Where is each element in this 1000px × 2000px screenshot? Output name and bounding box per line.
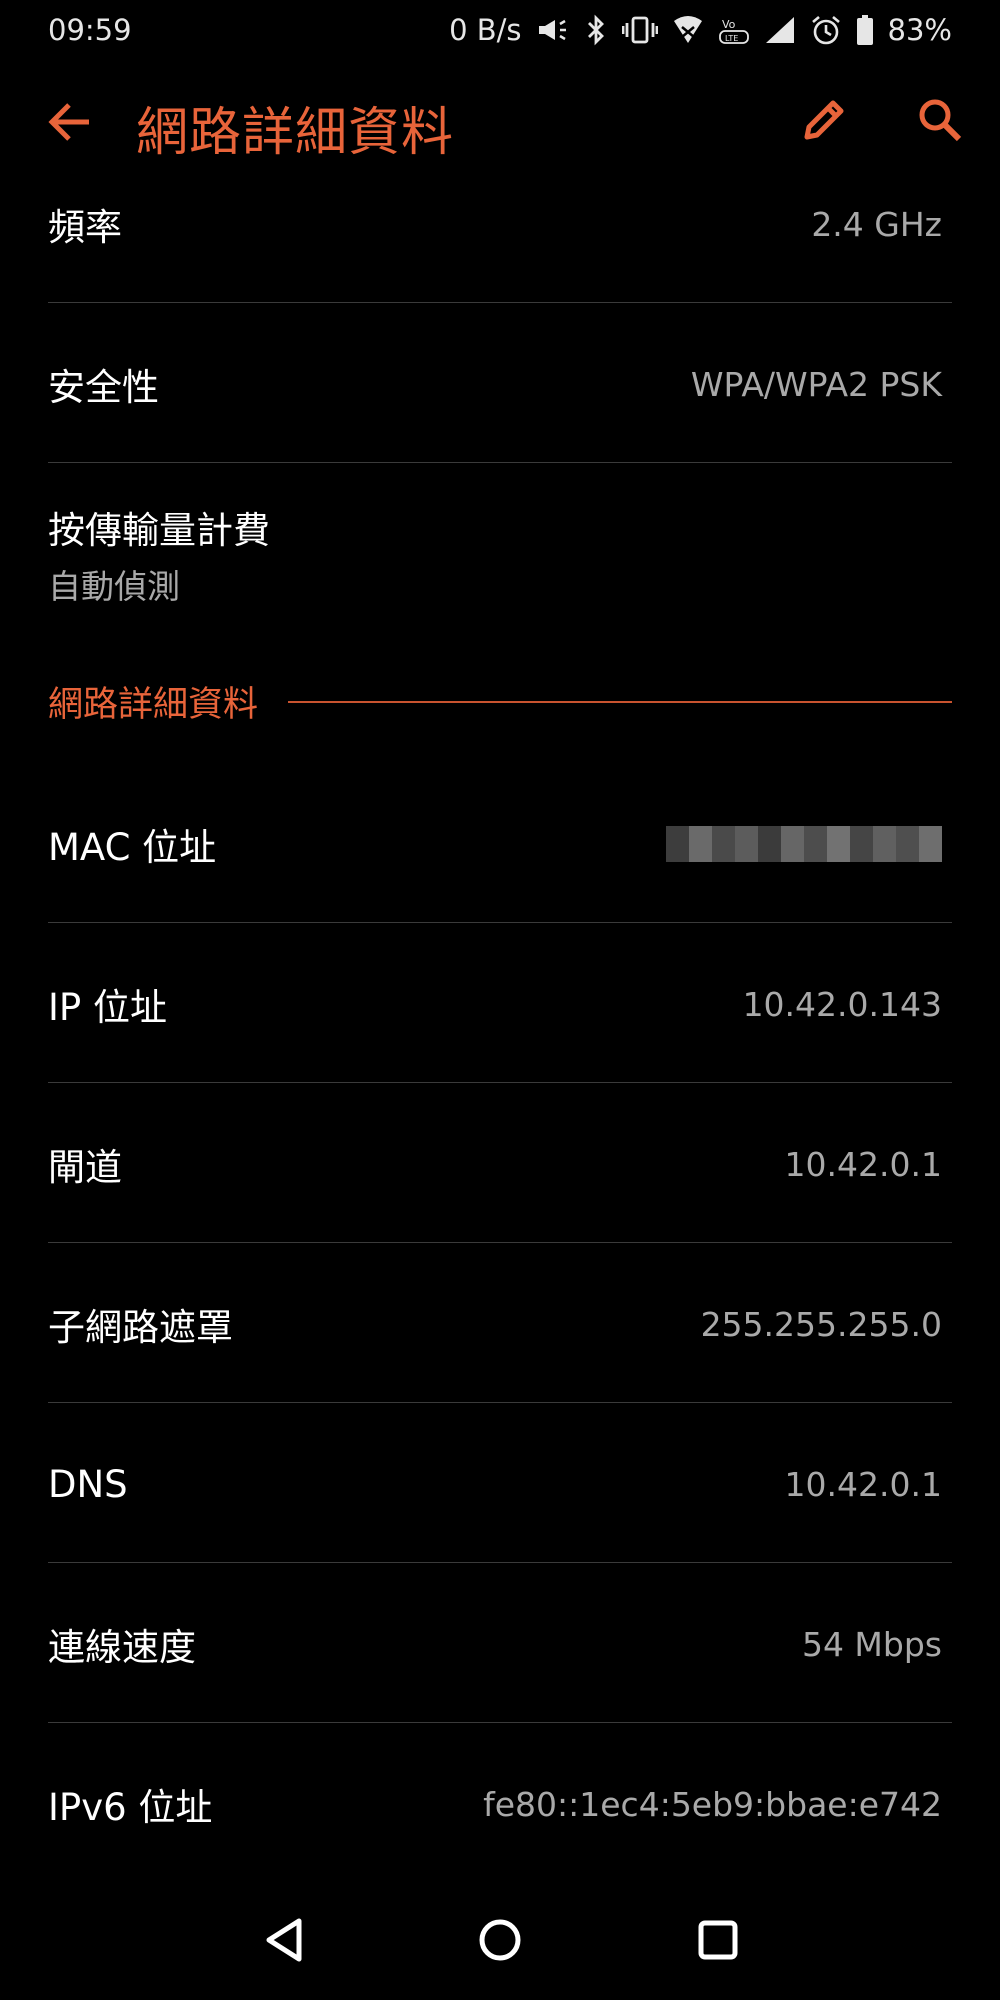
ip-address-row: IP 位址 10.42.0.143 <box>48 976 952 1032</box>
divider <box>48 302 952 303</box>
security-label: 安全性 <box>48 366 159 409</box>
section-divider <box>288 700 952 703</box>
nav-home-icon <box>479 1919 521 1961</box>
battery-percent: 83% <box>887 13 952 47</box>
subnet-mask-label: 子網路遮罩 <box>48 1306 233 1349</box>
nav-recents-button[interactable] <box>680 1902 756 1978</box>
svg-text:LTE: LTE <box>725 34 738 43</box>
mac-address-redacted <box>666 826 942 862</box>
security-value: WPA/WPA2 PSK <box>690 364 942 404</box>
megaphone-icon <box>536 16 570 44</box>
link-speed-row: 連線速度 54 Mbps <box>48 1616 952 1672</box>
divider <box>48 1562 952 1563</box>
ipv6-address-value: fe80::1ec4:5eb9:bbae:e742 <box>483 1784 942 1824</box>
nav-recents-icon <box>698 1920 738 1960</box>
frequency-value: 2.4 GHz <box>811 204 942 244</box>
net-speed: 0 B/s <box>449 13 522 47</box>
gateway-row: 閘道 10.42.0.1 <box>48 1136 952 1192</box>
divider <box>48 1242 952 1243</box>
wifi-icon <box>672 15 704 45</box>
ipv6-address-row: IPv6 位址 fe80::1ec4:5eb9:bbae:e742 <box>48 1776 952 1832</box>
ip-address-label: IP 位址 <box>48 986 167 1029</box>
bluetooth-icon <box>584 14 608 46</box>
ipv6-address-label: IPv6 位址 <box>48 1786 213 1829</box>
divider <box>48 1722 952 1723</box>
metered-setting[interactable]: 按傳輸量計費 自動偵測 <box>48 500 952 608</box>
divider <box>48 1402 952 1403</box>
edit-button[interactable] <box>796 92 852 148</box>
status-bar: 09:59 0 B/s Vo LTE 83% <box>0 0 1000 60</box>
ip-address-value: 10.42.0.143 <box>742 984 942 1024</box>
back-arrow-icon <box>48 103 89 141</box>
search-button[interactable] <box>912 92 968 148</box>
section-title: 網路詳細資料 <box>48 685 259 725</box>
section-header: 網路詳細資料 <box>48 676 952 727</box>
gateway-value: 10.42.0.1 <box>784 1144 942 1184</box>
subnet-mask-row: 子網路遮罩 255.255.255.0 <box>48 1296 952 1352</box>
gateway-label: 閘道 <box>48 1146 122 1189</box>
pencil-icon <box>804 100 844 140</box>
volte-icon: Vo LTE <box>718 14 750 46</box>
dns-row: DNS 10.42.0.1 <box>48 1456 952 1512</box>
dns-label: DNS <box>48 1462 128 1506</box>
search-icon <box>919 99 962 142</box>
svg-text:Vo: Vo <box>722 18 736 31</box>
status-icons: 0 B/s Vo LTE 83% <box>449 13 952 47</box>
app-bar: 網路詳細資料 <box>0 60 1000 190</box>
dns-value: 10.42.0.1 <box>784 1464 942 1504</box>
page-title: 網路詳細資料 <box>136 103 455 163</box>
metered-label: 按傳輸量計費 <box>48 509 270 552</box>
status-time: 09:59 <box>48 13 132 47</box>
mac-address-row: MAC 位址 <box>48 816 952 872</box>
vibrate-icon <box>621 15 658 45</box>
nav-back-button[interactable] <box>246 1902 322 1978</box>
frequency-row: 頻率 2.4 GHz <box>48 196 952 252</box>
divider <box>48 462 952 463</box>
frequency-label: 頻率 <box>48 206 122 249</box>
nav-back-icon <box>266 1918 302 1962</box>
signal-icon <box>764 15 796 45</box>
link-speed-value: 54 Mbps <box>801 1624 942 1664</box>
divider <box>48 1082 952 1083</box>
battery-icon <box>856 15 874 45</box>
security-row: 安全性 WPA/WPA2 PSK <box>48 356 952 412</box>
divider <box>48 922 952 923</box>
metered-value: 自動偵測 <box>48 567 180 606</box>
link-speed-label: 連線速度 <box>48 1626 196 1669</box>
mac-address-label: MAC 位址 <box>48 826 217 869</box>
alarm-icon <box>810 14 842 46</box>
navigation-bar <box>0 1880 1000 2000</box>
subnet-mask-value: 255.255.255.0 <box>700 1304 942 1344</box>
back-button[interactable] <box>44 94 94 150</box>
nav-home-button[interactable] <box>462 1902 538 1978</box>
